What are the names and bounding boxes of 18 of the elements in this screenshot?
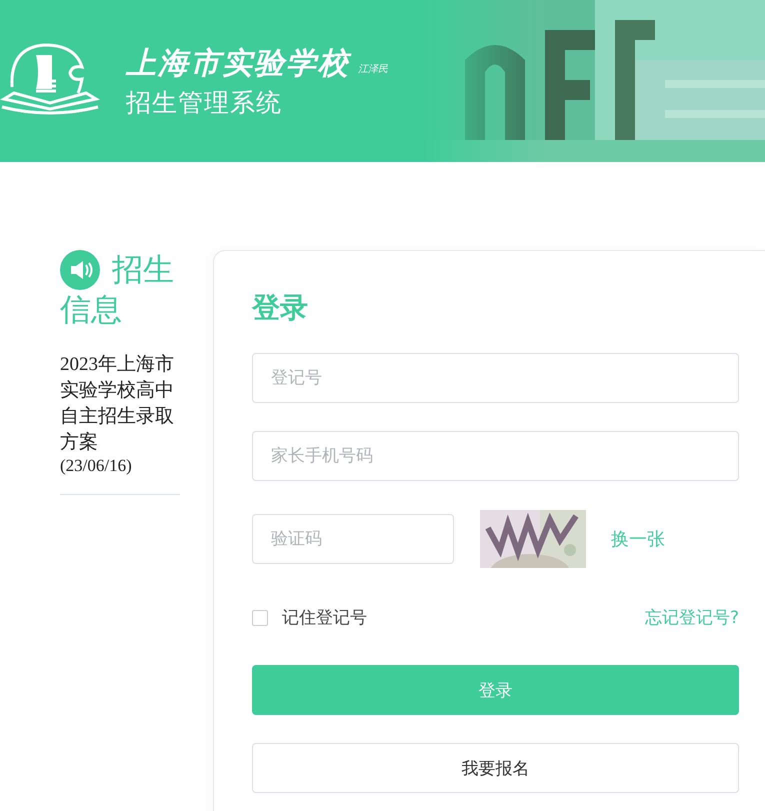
checkbox[interactable] <box>252 610 268 626</box>
speaker-icon <box>60 250 100 290</box>
input-field[interactable]: 登记号 <box>252 353 739 403</box>
login-button[interactable]: 登录 <box>252 665 739 715</box>
system-title: 招生管理系统 <box>126 87 283 119</box>
input-field[interactable]: 家长手机号码 <box>252 431 739 481</box>
news-link[interactable]: 2023年上海市实验学校高中自主招生录取方案 <box>60 352 180 456</box>
school-name: 上海市实验学校 <box>126 46 350 82</box>
signature: 江泽民 <box>358 63 388 76</box>
section-title: 招生 <box>112 251 174 290</box>
login-title: 登录 <box>252 290 309 326</box>
forgot-link[interactable]: 忘记登记号? <box>644 606 739 629</box>
section-title: 信息 <box>60 291 123 330</box>
refresh-link[interactable]: 换一张 <box>611 527 665 551</box>
captcha-field[interactable]: 验证码 <box>252 514 454 564</box>
remember-label: 记住登记号 <box>282 607 367 629</box>
register-button[interactable]: 我要报名 <box>252 743 739 793</box>
news-date: (23/06/16) <box>60 456 133 476</box>
